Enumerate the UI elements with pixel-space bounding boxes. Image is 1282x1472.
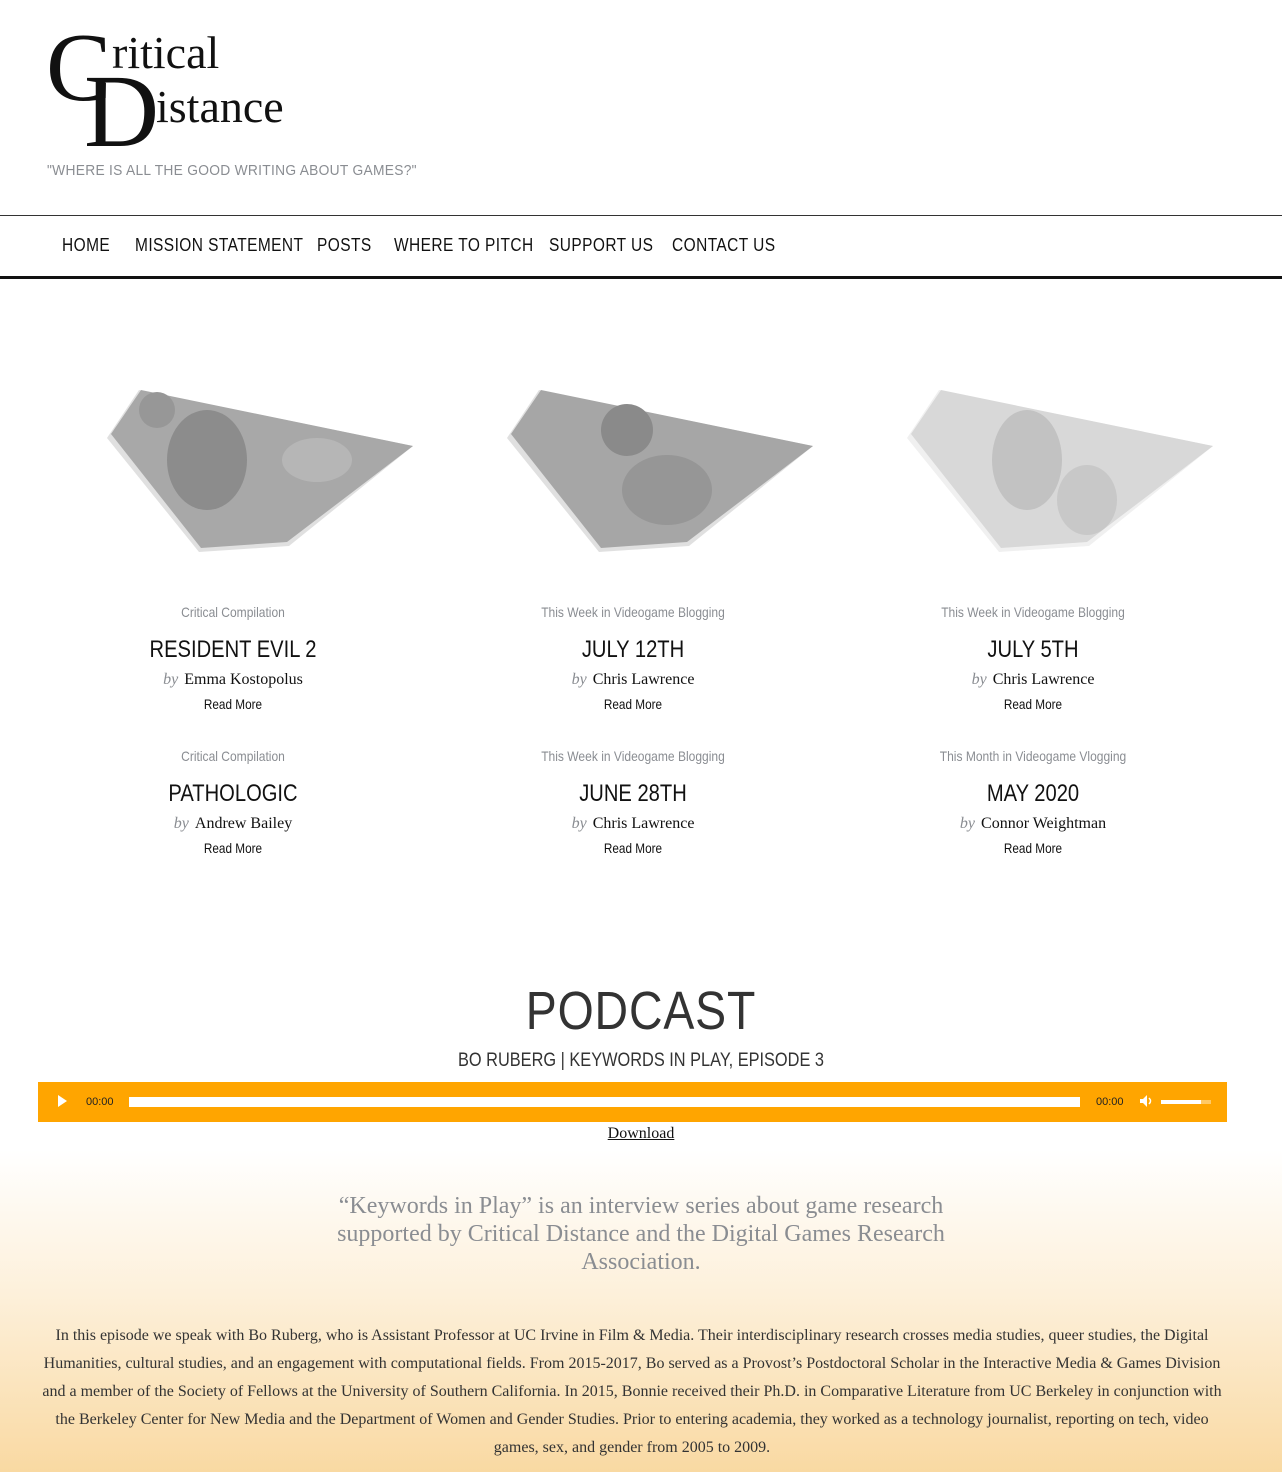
read-more-link[interactable]: Read More (494, 839, 771, 857)
nav-item-contact-us[interactable]: CONTACT US (672, 235, 775, 256)
nav-item-posts[interactable]: POSTS (317, 235, 372, 256)
download-row: Download (0, 1125, 1282, 1143)
progress-rail[interactable] (129, 1097, 1080, 1107)
nav-item-where-to-pitch[interactable]: WHERE TO PITCH (394, 235, 534, 256)
post-card: This Week in Videogame Blogging JUNE 28T… (468, 746, 798, 857)
post-category[interactable]: Critical Compilation (91, 602, 375, 622)
read-more-link[interactable]: Read More (94, 839, 371, 857)
post-card: Critical Compilation RESIDENT EVIL 2 by E… (68, 602, 398, 713)
podcast-description: In this episode we speak with Bo Ruberg,… (42, 1327, 1222, 1456)
volume-slider[interactable] (1161, 1100, 1211, 1104)
post-title[interactable]: PATHOLOGIC (94, 780, 371, 808)
post-category[interactable]: This Month in Videogame Vlogging (891, 746, 1175, 766)
by-label: by (571, 815, 587, 832)
podcast-heading: PODCAST (525, 981, 757, 1041)
read-more-link[interactable]: Read More (494, 695, 771, 713)
site-logo[interactable]: C ritical D istance (46, 22, 306, 152)
post-title[interactable]: JULY 12TH (494, 636, 771, 664)
read-more-link[interactable]: Read More (894, 839, 1171, 857)
episode-title: BO RUBERG | KEYWORDS IN PLAY, EPISODE 3 (458, 1050, 824, 1071)
post-byline: by Andrew Bailey (68, 813, 398, 835)
post-title[interactable]: MAY 2020 (894, 780, 1171, 808)
post-card: Critical Compilation PATHOLOGIC by Andrew… (68, 746, 398, 857)
nav-item-support-us[interactable]: SUPPORT US (549, 235, 653, 256)
post-card: This Week in Videogame Blogging JULY 12T… (468, 602, 798, 713)
duration-time: 00:00 (1096, 1096, 1124, 1108)
by-label: by (971, 671, 987, 688)
post-title[interactable]: JUNE 28TH (494, 780, 771, 808)
post-author[interactable]: Emma Kostopolus (184, 671, 303, 688)
svg-text:istance: istance (156, 81, 284, 132)
post-category[interactable]: This Week in Videogame Blogging (491, 746, 775, 766)
by-label: by (571, 671, 587, 688)
post-title[interactable]: JULY 5TH (894, 636, 1171, 664)
post-author[interactable]: Chris Lawrence (593, 815, 695, 832)
by-label: by (173, 815, 189, 832)
post-byline: by Chris Lawrence (468, 813, 798, 835)
nav-item-home[interactable]: HOME (62, 235, 110, 256)
current-time: 00:00 (86, 1096, 114, 1108)
main-nav: HOME MISSION STATEMENT POSTS WHERE TO PI… (0, 215, 1282, 279)
post-author[interactable]: Andrew Bailey (195, 815, 292, 832)
site-tagline: "WHERE IS ALL THE GOOD WRITING ABOUT GAM… (47, 162, 417, 179)
post-category[interactable]: This Week in Videogame Blogging (891, 602, 1175, 622)
svg-text:D: D (84, 54, 159, 152)
post-author[interactable]: Chris Lawrence (993, 671, 1095, 688)
read-more-link[interactable]: Read More (894, 695, 1171, 713)
nav-item-mission-statement[interactable]: MISSION STATEMENT (135, 235, 303, 256)
podcast-intro: “Keywords in Play” is an interview serie… (337, 1193, 945, 1275)
post-author[interactable]: Chris Lawrence (593, 671, 695, 688)
by-label: by (959, 815, 976, 832)
post-category[interactable]: This Week in Videogame Blogging (491, 602, 775, 622)
post-thumbnail[interactable] (497, 380, 827, 560)
post-thumbnail[interactable] (897, 380, 1227, 560)
play-button[interactable] (58, 1095, 67, 1107)
post-byline: by Connor Weightman (868, 813, 1198, 835)
post-category[interactable]: Critical Compilation (91, 746, 375, 766)
download-link[interactable]: Download (608, 1125, 675, 1142)
volume-icon[interactable] (1139, 1094, 1155, 1108)
audio-player: 00:00 00:00 (38, 1082, 1227, 1122)
post-byline: by Chris Lawrence (468, 669, 798, 691)
by-label: by (163, 671, 179, 688)
post-author[interactable]: Connor Weightman (981, 815, 1106, 832)
post-thumbnail[interactable] (97, 380, 427, 560)
post-card: This Week in Videogame Blogging JULY 5TH… (868, 602, 1198, 713)
post-byline: by Emma Kostopolus (68, 669, 398, 691)
post-byline: by Chris Lawrence (868, 669, 1198, 691)
read-more-link[interactable]: Read More (94, 695, 371, 713)
post-title[interactable]: RESIDENT EVIL 2 (94, 636, 371, 664)
post-card: This Month in Videogame Vlogging MAY 202… (868, 746, 1198, 857)
